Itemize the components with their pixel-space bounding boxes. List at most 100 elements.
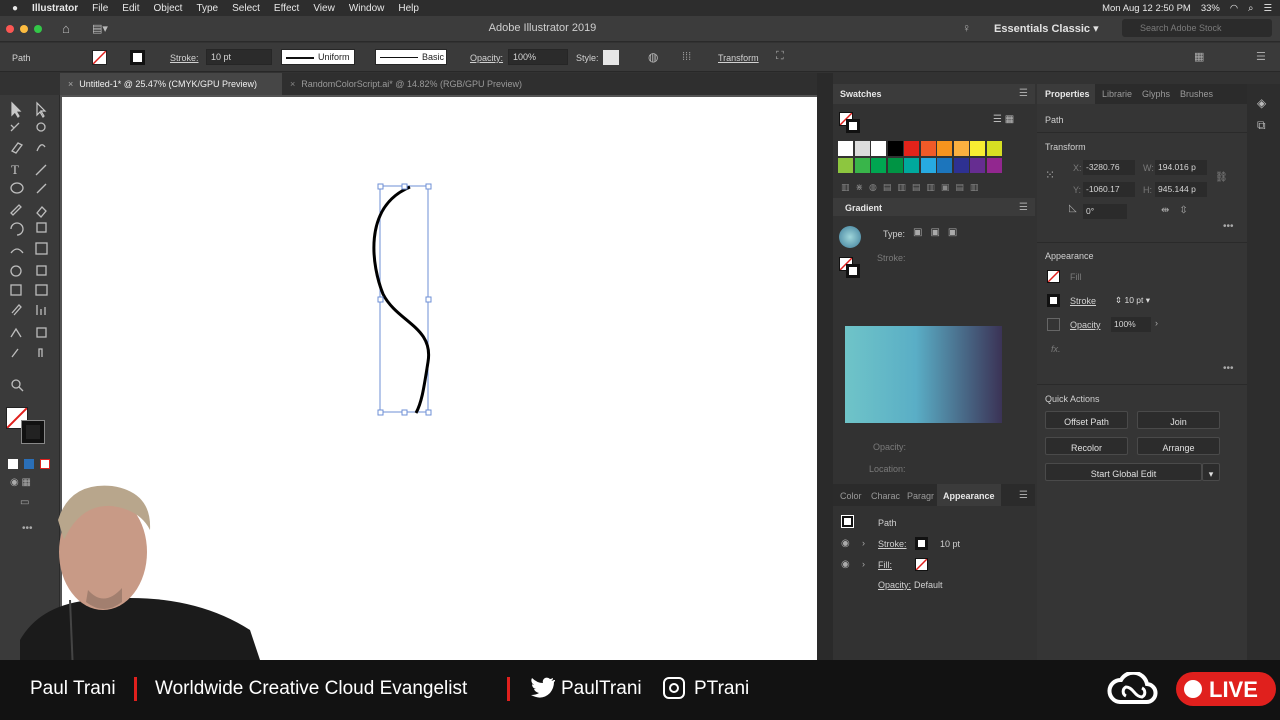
properties-opacity-label[interactable]: Opacity	[1070, 320, 1101, 330]
gradient-title[interactable]: Gradient	[845, 203, 882, 213]
tab-appearance[interactable]: Appearance	[943, 491, 995, 501]
wifi-icon[interactable]: ◠	[1230, 3, 1238, 14]
isolate-icon[interactable]: ⛶	[776, 50, 784, 63]
color-mode-button[interactable]	[8, 459, 18, 469]
color-swatch[interactable]	[920, 158, 936, 173]
tool-icons[interactable]: T	[0, 95, 60, 515]
direct-selection-tool-icon[interactable]	[36, 101, 47, 118]
menu-view[interactable]: View	[313, 3, 335, 14]
fill-visibility-eye-icon[interactable]: ◉	[841, 559, 850, 570]
swatch-grid[interactable]	[838, 141, 1004, 175]
handle-left[interactable]	[377, 296, 384, 303]
stroke-label[interactable]: Stroke:	[170, 53, 199, 63]
more-options-icon[interactable]: •••	[1223, 221, 1234, 232]
brush-definition[interactable]: Basic	[375, 49, 447, 65]
appearance-fill-label[interactable]: Fill:	[878, 560, 892, 570]
color-swatch[interactable]	[986, 141, 1002, 156]
list-view-icon[interactable]: ☰ ▦	[993, 114, 1014, 125]
handle-bottom-left[interactable]	[377, 409, 384, 416]
appearance-fill-swatch[interactable]	[915, 558, 928, 571]
handle-bottom[interactable]	[401, 409, 408, 416]
join-button[interactable]: Join	[1137, 411, 1220, 429]
color-swatch[interactable]	[871, 141, 886, 156]
tab-character[interactable]: Charac	[871, 491, 900, 501]
properties-opacity-field[interactable]: 100%	[1111, 317, 1151, 332]
notification-icon[interactable]: ☰	[1263, 3, 1272, 14]
handle-top-right[interactable]	[425, 183, 432, 190]
stroke-swatch[interactable]	[130, 50, 145, 65]
handle-right[interactable]	[425, 296, 432, 303]
color-swatch[interactable]	[970, 141, 985, 156]
rotate-angle-icon[interactable]: ◺	[1069, 203, 1077, 214]
menu-object[interactable]: Object	[154, 3, 183, 14]
menu-edit[interactable]: Edit	[122, 3, 139, 14]
recolor-icon[interactable]: ◍	[648, 50, 658, 64]
handle-top[interactable]	[401, 183, 408, 190]
align-icon[interactable]: ⁞⁞⁞	[682, 51, 691, 63]
stroke-weight-field[interactable]: 10 pt	[206, 49, 272, 65]
tab-brushes[interactable]: Brushes	[1180, 89, 1213, 99]
fx-button[interactable]: fx.	[1051, 344, 1061, 354]
tab-properties[interactable]: Properties	[1045, 89, 1090, 99]
fill-expand-chevron-icon[interactable]: ›	[862, 559, 865, 569]
offset-path-button[interactable]: Offset Path	[1045, 411, 1128, 429]
color-swatch[interactable]	[904, 141, 919, 156]
color-swatch[interactable]	[937, 158, 952, 173]
gradient-stroke-indicator[interactable]	[846, 264, 860, 278]
menu-effect[interactable]: Effect	[274, 3, 299, 14]
color-swatch[interactable]	[838, 141, 853, 156]
variable-width-profile[interactable]: Uniform	[281, 49, 355, 65]
width-field[interactable]: 194.016 p	[1155, 160, 1207, 175]
color-swatch[interactable]	[937, 141, 952, 156]
more-options-icon[interactable]: •••	[1223, 363, 1234, 374]
properties-fill-swatch[interactable]	[1047, 270, 1060, 283]
gradient-mode-button[interactable]	[24, 459, 34, 469]
swatches-title[interactable]: Swatches	[840, 89, 882, 99]
color-swatch[interactable]	[970, 158, 985, 173]
gradient-type-buttons[interactable]: ▣▣▣	[913, 227, 965, 238]
properties-stroke-label[interactable]: Stroke	[1070, 296, 1096, 306]
appearance-stroke-swatch[interactable]	[915, 537, 928, 550]
tab-paragraph[interactable]: Paragr	[907, 491, 934, 501]
stroke-visibility-eye-icon[interactable]: ◉	[841, 538, 850, 549]
transform-link[interactable]: Transform	[718, 53, 759, 63]
stroke-expand-chevron-icon[interactable]: ›	[862, 538, 865, 548]
color-swatch[interactable]	[838, 158, 853, 173]
recolor-button[interactable]: Recolor	[1045, 437, 1128, 455]
color-swatch[interactable]	[904, 158, 919, 173]
spotlight-icon[interactable]: ⌕	[1248, 3, 1253, 14]
tab-libraries[interactable]: Librarie	[1102, 89, 1132, 99]
handle-bottom-right[interactable]	[425, 409, 432, 416]
close-tab-icon[interactable]: ×	[68, 79, 73, 89]
x-field[interactable]: -3280.76	[1083, 160, 1135, 175]
appearance-stroke-label[interactable]: Stroke:	[878, 539, 907, 549]
panel-menu-icon[interactable]: ☰	[1019, 88, 1028, 99]
menu-select[interactable]: Select	[232, 3, 260, 14]
handle-top-left[interactable]	[377, 183, 384, 190]
color-swatch[interactable]	[854, 141, 870, 156]
tab-color[interactable]: Color	[840, 491, 862, 501]
workspace-switcher[interactable]: Essentials Classic ▾	[994, 22, 1099, 35]
fill-swatch[interactable]	[92, 50, 107, 65]
close-tab-icon[interactable]: ×	[290, 79, 295, 89]
swatch-toolbar-icons[interactable]: ▥⋇◍▤▥▤▥▣▤▥	[841, 182, 984, 193]
layers-icon[interactable]: ◈	[1257, 96, 1266, 110]
appearance-opacity-value[interactable]: Default	[914, 580, 943, 590]
color-swatch[interactable]	[854, 158, 870, 173]
apple-icon[interactable]: ●	[12, 3, 18, 14]
start-global-edit-button[interactable]: Start Global Edit	[1045, 463, 1202, 481]
opacity-chevron-icon[interactable]: ›	[1155, 318, 1158, 328]
gradient-preview-swatch[interactable]	[839, 226, 861, 248]
arrange-button[interactable]: Arrange	[1137, 437, 1220, 455]
search-stock-input[interactable]: Search Adobe Stock	[1122, 19, 1272, 37]
constrain-proportions-icon[interactable]: ⛓	[1215, 172, 1228, 183]
menu-file[interactable]: File	[92, 3, 108, 14]
properties-stroke-weight[interactable]: ⇕ 10 pt ▾	[1112, 293, 1162, 308]
gradient-annotator[interactable]	[845, 326, 1002, 423]
swatch-stroke-indicator[interactable]	[846, 119, 860, 133]
color-swatch[interactable]	[871, 158, 886, 173]
menu-app[interactable]: Illustrator	[32, 3, 78, 14]
rotation-field[interactable]: 0°	[1083, 204, 1127, 219]
panel-menu-icon[interactable]: ☰	[1019, 490, 1028, 501]
color-swatch[interactable]	[920, 141, 936, 156]
